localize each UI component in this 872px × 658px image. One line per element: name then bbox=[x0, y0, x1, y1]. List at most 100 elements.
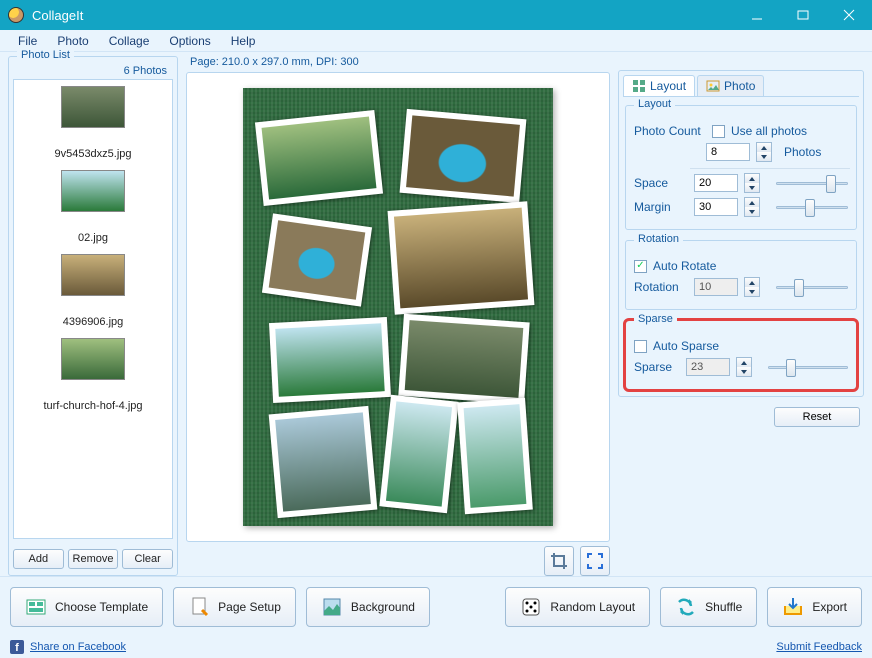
thumbnail bbox=[61, 338, 125, 380]
sparse-input bbox=[686, 358, 730, 376]
sparse-slider[interactable] bbox=[768, 358, 848, 376]
export-icon bbox=[782, 596, 804, 618]
sparse-label: Sparse bbox=[634, 360, 680, 374]
right-panel: Layout Photo Layout Photo Count Use all … bbox=[618, 56, 864, 576]
space-input[interactable] bbox=[694, 174, 738, 192]
layout-group: Layout Photo Count Use all photos Photos bbox=[625, 105, 857, 230]
submit-feedback-link[interactable]: Submit Feedback bbox=[776, 641, 862, 653]
menubar: File Photo Collage Options Help bbox=[0, 30, 872, 52]
layout-group-title: Layout bbox=[634, 98, 675, 110]
page-info: Page: 210.0 x 297.0 mm, DPI: 300 bbox=[186, 56, 610, 72]
facebook-icon: f bbox=[10, 640, 24, 654]
photo-count: 6 Photos bbox=[124, 65, 167, 77]
photo-count-label: Photo Count bbox=[634, 124, 706, 138]
photo-list-panel: Photo List 6 Photos 9v5453dxz5.jpg 02.jp… bbox=[8, 56, 178, 576]
page-setup-button[interactable]: Page Setup bbox=[173, 587, 296, 627]
random-layout-label: Random Layout bbox=[550, 600, 635, 614]
thumbnail-label: 9v5453dxz5.jpg bbox=[54, 148, 131, 160]
choose-template-button[interactable]: Choose Template bbox=[10, 587, 163, 627]
rotation-slider[interactable] bbox=[776, 278, 848, 296]
fullscreen-tool-button[interactable] bbox=[580, 546, 610, 576]
auto-sparse-label: Auto Sparse bbox=[653, 339, 719, 353]
footer: f Share on Facebook Submit Feedback bbox=[0, 636, 872, 658]
tab-strip: Layout Photo bbox=[623, 75, 859, 97]
reset-button[interactable]: Reset bbox=[774, 407, 860, 427]
list-item[interactable]: turf-church-hof-4.jpg bbox=[14, 332, 172, 416]
auto-rotate-label: Auto Rotate bbox=[653, 259, 716, 273]
remove-button[interactable]: Remove bbox=[68, 549, 119, 569]
thumbnail bbox=[61, 86, 125, 128]
sparse-group-title: Sparse bbox=[634, 313, 677, 325]
expand-icon bbox=[586, 552, 604, 570]
minimize-button[interactable] bbox=[734, 0, 780, 30]
space-label: Space bbox=[634, 176, 688, 190]
close-button[interactable] bbox=[826, 0, 872, 30]
list-item[interactable]: 4396906.jpg bbox=[14, 248, 172, 332]
titlebar: CollageIt bbox=[0, 0, 872, 30]
thumbnail-label: 4396906.jpg bbox=[63, 316, 124, 328]
sparse-group: Sparse Auto Sparse Sparse bbox=[625, 320, 857, 390]
photo-list-title: Photo List bbox=[17, 49, 74, 61]
thumbnail bbox=[61, 170, 125, 212]
menu-options[interactable]: Options bbox=[159, 32, 220, 50]
layout-icon bbox=[632, 79, 646, 93]
background-label: Background bbox=[351, 600, 415, 614]
sparse-spinner[interactable] bbox=[736, 357, 752, 377]
shuffle-button[interactable]: Shuffle bbox=[660, 587, 757, 627]
crop-icon bbox=[550, 552, 568, 570]
app-icon bbox=[8, 7, 24, 23]
rotation-spinner[interactable] bbox=[744, 277, 760, 297]
template-icon bbox=[25, 596, 47, 618]
use-all-photos-label: Use all photos bbox=[731, 124, 807, 138]
thumbnail bbox=[61, 254, 125, 296]
photo-list-body[interactable]: 9v5453dxz5.jpg 02.jpg 4396906.jpg turf-c… bbox=[13, 79, 173, 539]
canvas-viewport[interactable] bbox=[186, 72, 610, 542]
export-button[interactable]: Export bbox=[767, 587, 862, 627]
export-label: Export bbox=[812, 600, 847, 614]
canvas-area: Page: 210.0 x 297.0 mm, DPI: 300 bbox=[186, 56, 610, 576]
list-item[interactable]: 9v5453dxz5.jpg bbox=[14, 80, 172, 164]
list-item[interactable]: 02.jpg bbox=[14, 164, 172, 248]
bottom-toolbar: Choose Template Page Setup Background Ra… bbox=[0, 576, 872, 636]
clear-button[interactable]: Clear bbox=[122, 549, 173, 569]
shuffle-icon bbox=[675, 596, 697, 618]
menu-collage[interactable]: Collage bbox=[99, 32, 160, 50]
background-icon bbox=[321, 596, 343, 618]
use-all-photos-checkbox[interactable] bbox=[712, 125, 725, 138]
add-button[interactable]: Add bbox=[13, 549, 64, 569]
tab-photo-label: Photo bbox=[724, 79, 755, 93]
share-facebook-link[interactable]: Share on Facebook bbox=[30, 641, 126, 653]
rotation-input bbox=[694, 278, 738, 296]
background-button[interactable]: Background bbox=[306, 587, 430, 627]
tab-photo[interactable]: Photo bbox=[697, 75, 764, 96]
page-setup-icon bbox=[188, 596, 210, 618]
shuffle-label: Shuffle bbox=[705, 600, 742, 614]
random-layout-button[interactable]: Random Layout bbox=[505, 587, 650, 627]
auto-rotate-checkbox[interactable] bbox=[634, 260, 647, 273]
tab-layout[interactable]: Layout bbox=[623, 75, 695, 96]
choose-template-label: Choose Template bbox=[55, 600, 148, 614]
menu-help[interactable]: Help bbox=[221, 32, 266, 50]
rotation-label: Rotation bbox=[634, 280, 688, 294]
margin-spinner[interactable] bbox=[744, 197, 760, 217]
window-title: CollageIt bbox=[32, 8, 734, 23]
margin-label: Margin bbox=[634, 200, 688, 214]
collage-page bbox=[243, 88, 553, 526]
page-setup-label: Page Setup bbox=[218, 600, 281, 614]
space-spinner[interactable] bbox=[744, 173, 760, 193]
space-slider[interactable] bbox=[776, 174, 848, 192]
auto-sparse-checkbox[interactable] bbox=[634, 340, 647, 353]
margin-input[interactable] bbox=[694, 198, 738, 216]
crop-tool-button[interactable] bbox=[544, 546, 574, 576]
rotation-group-title: Rotation bbox=[634, 233, 683, 245]
photo-count-input[interactable] bbox=[706, 143, 750, 161]
menu-photo[interactable]: Photo bbox=[47, 32, 98, 50]
photo-count-spinner[interactable] bbox=[756, 142, 772, 162]
thumbnail-label: turf-church-hof-4.jpg bbox=[43, 400, 142, 412]
rotation-group: Rotation Auto Rotate Rotation bbox=[625, 240, 857, 310]
maximize-button[interactable] bbox=[780, 0, 826, 30]
menu-file[interactable]: File bbox=[8, 32, 47, 50]
dice-icon bbox=[520, 596, 542, 618]
margin-slider[interactable] bbox=[776, 198, 848, 216]
photos-suffix: Photos bbox=[784, 145, 821, 159]
